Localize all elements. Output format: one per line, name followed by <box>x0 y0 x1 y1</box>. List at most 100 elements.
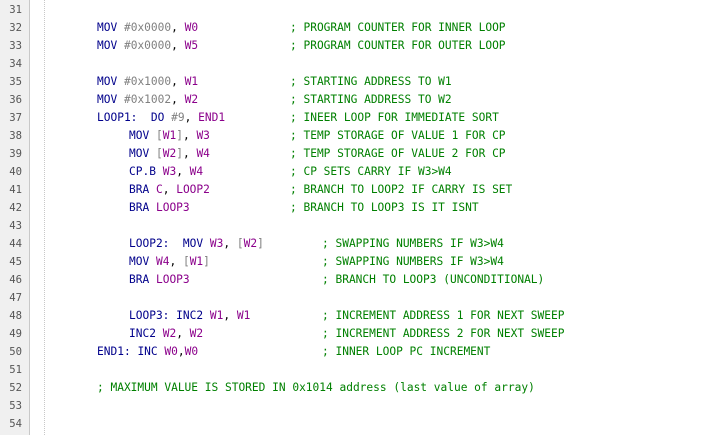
code-line[interactable]: 49 INC2 W2, W2 ; INCREMENT ADDRESS 2 FOR N… <box>0 325 705 343</box>
code-comment: ; SWAPPING NUMBERS IF W3>W4 <box>322 237 504 250</box>
token-txt: , <box>182 147 197 160</box>
code-line[interactable]: 32 MOV #0x0000, W0 ; PROGRAM COUNTER FOR I… <box>0 19 705 37</box>
token-reg: W4 <box>196 147 210 160</box>
code-line[interactable]: 52 ; MAXIMUM VALUE IS STORED IN 0x1014 ad… <box>0 379 705 397</box>
code-instruction: BRA LOOP3 <box>129 271 190 289</box>
code-line[interactable]: 53 <box>0 397 705 415</box>
token-kw: CP.B <box>129 165 156 178</box>
code-line[interactable]: 36 MOV #0x1002, W2 ; STARTING ADDRESS TO W… <box>0 91 705 109</box>
line-number: 50 <box>9 346 22 358</box>
token-num: ] <box>176 147 183 160</box>
token-reg: W0 <box>184 21 199 34</box>
token-kw: MOV <box>182 237 204 250</box>
token-txt: , <box>171 21 185 34</box>
code-line[interactable]: 47 <box>0 289 705 307</box>
token-txt: , <box>177 345 185 358</box>
line-number: 52 <box>9 382 22 394</box>
code-line[interactable]: 46 BRA LOOP3 ; BRANCH TO LOOP3 (UNCONDITIO… <box>0 271 705 289</box>
token-reg: W4 <box>189 165 204 178</box>
code-instruction: LOOP2: MOV W3, [W2] <box>129 235 264 253</box>
line-number: 39 <box>9 148 22 160</box>
code-line[interactable]: 54 <box>0 415 705 433</box>
line-number: 41 <box>9 184 22 196</box>
token-num: #0x1002 <box>123 93 172 106</box>
code-line[interactable]: 42 BRA LOOP3 ; BRANCH TO LOOP3 IS IT ISNT <box>0 199 705 217</box>
token-reg: W2 <box>189 327 204 340</box>
token-kw: INC2 <box>176 309 204 322</box>
token-txt: , <box>176 165 190 178</box>
token-kw: MOV <box>129 255 150 268</box>
token-num: #9 <box>171 111 185 124</box>
token-kw: MOV <box>97 93 118 106</box>
line-number: 42 <box>9 202 22 214</box>
token-reg: W2 <box>184 93 199 106</box>
token-reg: W1 <box>209 309 224 322</box>
token-reg: C <box>155 183 163 196</box>
code-instruction: MOV #0x0000, W0 <box>97 19 198 37</box>
token-reg: LOOP2 <box>176 183 210 196</box>
token-txt: , <box>171 93 185 106</box>
token-kw: INC2 <box>129 327 156 340</box>
code-instruction: BRA LOOP3 <box>129 199 190 217</box>
token-lbl: END1: <box>97 345 131 358</box>
code-line[interactable]: 44 LOOP2: MOV W3, [W2] ; SWAPPING NUMBERS … <box>0 235 705 253</box>
token-reg: W0 <box>164 345 178 358</box>
code-line[interactable]: 43 <box>0 217 705 235</box>
token-num: #0x1000 <box>123 75 172 88</box>
code-line[interactable]: 33 MOV #0x0000, W5 ; PROGRAM COUNTER FOR O… <box>0 37 705 55</box>
line-number: 51 <box>9 364 22 376</box>
token-num: [ <box>236 237 244 250</box>
token-num: ] <box>257 237 264 250</box>
token-kw: MOV <box>97 39 118 52</box>
token-num: [ <box>182 255 190 268</box>
code-comment: ; INNER LOOP PC INCREMENT <box>322 345 491 358</box>
code-editor[interactable]: 31 32 MOV #0x0000, W0 ; PROGRAM COUNTER FOR… <box>0 0 705 435</box>
code-comment: ; INCREMENT ADDRESS 1 FOR NEXT SWEEP <box>322 309 565 322</box>
code-line[interactable]: 39 MOV [W2], W4 ; TEMP STORAGE OF VALUE 2 … <box>0 145 705 163</box>
token-reg: W3 <box>196 129 210 142</box>
token-kw: MOV <box>97 21 118 34</box>
token-kw: BRA <box>129 183 150 196</box>
token-kw: MOV <box>129 147 150 160</box>
code-line[interactable]: 50 END1: INC W0,W0 ; INNER LOOP PC INCREME… <box>0 343 705 361</box>
code-instruction: MOV #0x1000, W1 <box>97 73 198 91</box>
code-comment: ; BRANCH TO LOOP2 IF CARRY IS SET <box>290 183 513 196</box>
code-line[interactable]: 51 <box>0 361 705 379</box>
line-number: 44 <box>9 238 22 250</box>
token-txt: , <box>162 183 177 196</box>
token-num: #0x0000 <box>123 21 172 34</box>
token-reg: W3 <box>209 237 224 250</box>
code-instruction: BRA C, LOOP2 <box>129 181 210 199</box>
line-number: 36 <box>9 94 22 106</box>
code-line[interactable]: 40 CP.B W3, W4 ; CP SETS CARRY IF W3>W4 <box>0 163 705 181</box>
line-number: 38 <box>9 130 22 142</box>
code-line[interactable]: 45 MOV W4, [W1] ; SWAPPING NUMBERS IF W3>W… <box>0 253 705 271</box>
token-reg: W2 <box>243 237 258 250</box>
code-line[interactable]: 37 LOOP1: DO #9, END1 ; INEER LOOP FOR IMM… <box>0 109 705 127</box>
code-instruction: END1: INC W0,W0 <box>97 343 198 361</box>
token-txt: , <box>169 255 183 268</box>
line-number: 54 <box>9 418 22 430</box>
line-number: 43 <box>9 220 22 232</box>
code-line[interactable]: 31 <box>0 1 705 19</box>
code-line[interactable]: 38 MOV [W1], W3 ; TEMP STORAGE OF VALUE 1 … <box>0 127 705 145</box>
token-lbl: LOOP2: <box>129 237 170 250</box>
line-number: 48 <box>9 310 22 322</box>
code-instruction: MOV [W2], W4 <box>129 145 210 163</box>
code-line[interactable]: 35 MOV #0x1000, W1 ; STARTING ADDRESS TO W… <box>0 73 705 91</box>
code-line[interactable]: 41 BRA C, LOOP2 ; BRANCH TO LOOP2 IF CARRY… <box>0 181 705 199</box>
code-comment: ; PROGRAM COUNTER FOR OUTER LOOP <box>290 39 506 52</box>
token-reg: W3 <box>162 165 177 178</box>
code-line[interactable]: 34 <box>0 55 705 73</box>
code-line[interactable]: 48 LOOP3: INC2 W1, W1 ; INCREMENT ADDRESS … <box>0 307 705 325</box>
token-kw: INC <box>137 345 158 358</box>
token-lbl: LOOP1: <box>97 111 138 124</box>
code-instruction: INC2 W2, W2 <box>129 325 203 343</box>
line-number: 53 <box>9 400 22 412</box>
line-number: 32 <box>9 22 22 34</box>
